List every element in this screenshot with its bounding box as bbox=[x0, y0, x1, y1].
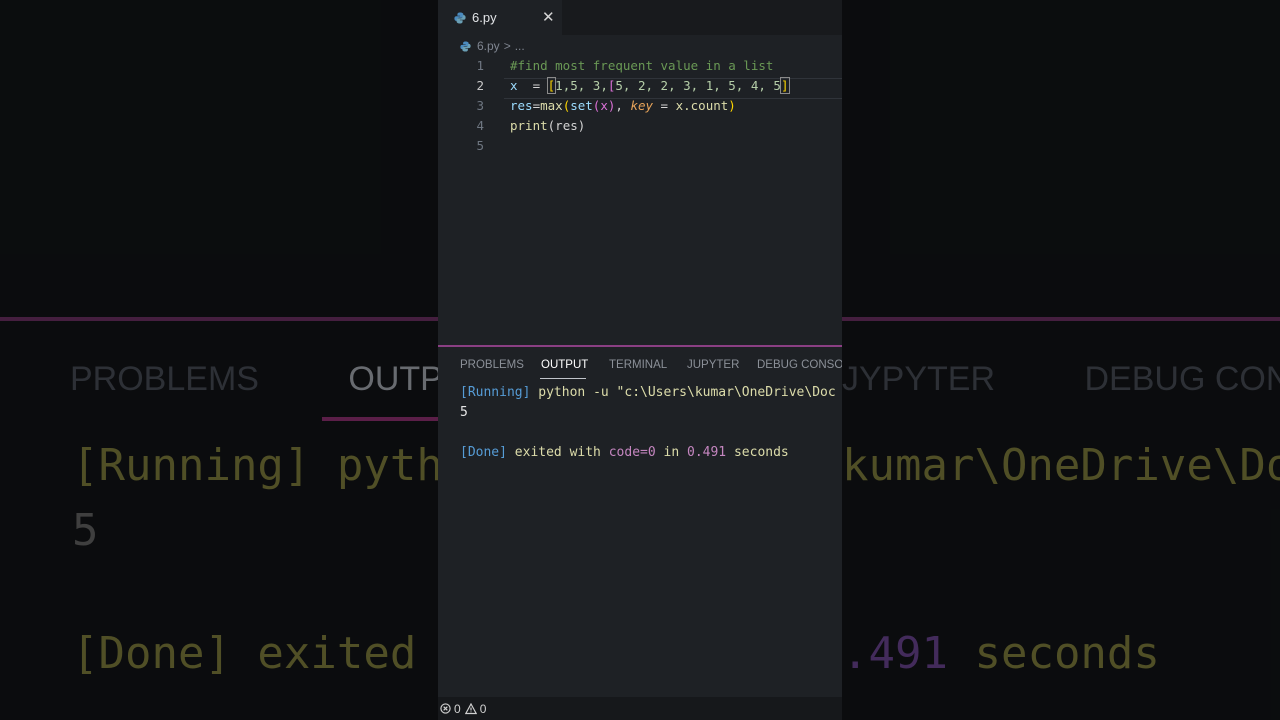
error-count[interactable]: 0 bbox=[454, 702, 461, 716]
code-token: key bbox=[630, 98, 654, 113]
close-icon[interactable]: ✕ bbox=[542, 8, 555, 26]
line-number: 3 bbox=[476, 98, 484, 113]
output-running-line: [Running] python -u "c:\Users\kumar\OneD… bbox=[460, 385, 836, 400]
code-token: 5, 2, 2, 3, 1, 5, 4, 5 bbox=[615, 78, 781, 93]
code-token: print bbox=[510, 118, 548, 133]
elapsed-time: 0.491 bbox=[687, 445, 727, 460]
code-token: ] bbox=[780, 77, 790, 94]
code-token: = bbox=[532, 98, 541, 113]
breadcrumb-more[interactable]: ... bbox=[515, 39, 525, 53]
breadcrumb: 6.py > ... bbox=[460, 39, 525, 53]
code-token: 1,5, 3, bbox=[555, 78, 608, 93]
code-token: x.count bbox=[675, 98, 729, 113]
run-command: python -u "c:\Users\kumar\OneDrive\Doc bbox=[530, 385, 836, 400]
editor-window: 6.py ✕ 6.py > ... 1 2 3 4 5 #find most f… bbox=[438, 0, 842, 720]
running-tag: [Running] bbox=[460, 385, 531, 400]
warning-icon[interactable] bbox=[464, 702, 477, 715]
python-file-icon bbox=[460, 40, 471, 52]
line-number: 1 bbox=[476, 58, 484, 73]
output-result: 5 bbox=[460, 405, 468, 420]
line-number: 4 bbox=[476, 118, 484, 133]
code-token: max bbox=[540, 98, 563, 113]
error-icon[interactable] bbox=[440, 703, 451, 714]
line-number: 5 bbox=[476, 138, 484, 153]
code-token: x bbox=[510, 78, 518, 93]
tab-problems[interactable]: PROBLEMS bbox=[460, 359, 524, 371]
breadcrumb-separator: > bbox=[503, 39, 511, 53]
tab-jupyter[interactable]: JUPYTER bbox=[687, 359, 739, 371]
in-text: in bbox=[655, 445, 687, 460]
tab-bar: 6.py ✕ bbox=[438, 0, 842, 35]
code-token: set bbox=[570, 98, 593, 113]
tab-6-py[interactable]: 6.py ✕ bbox=[438, 0, 562, 35]
panel-tabs: PROBLEMS OUTPUT TERMINAL JUPYTER DEBUG C… bbox=[438, 347, 842, 385]
code-token: = bbox=[653, 98, 676, 113]
exit-code: code=0 bbox=[608, 445, 656, 460]
tab-terminal[interactable]: TERMINAL bbox=[609, 359, 667, 371]
status-bar: 0 0 bbox=[438, 697, 842, 720]
seconds-text: seconds bbox=[726, 445, 789, 460]
code-token: res bbox=[510, 98, 533, 113]
tab-label: 6.py bbox=[472, 10, 497, 25]
code-line-2: x = [1,5, 3,[5, 2, 2, 3, 1, 5, 4, 5] bbox=[510, 77, 790, 94]
python-file-icon bbox=[454, 12, 466, 23]
warning-count[interactable]: 0 bbox=[480, 702, 487, 716]
output-done-line: [Done] exited with code=0 in 0.491 secon… bbox=[460, 445, 789, 460]
active-tab-underline bbox=[540, 378, 586, 379]
code-line-1: #find most frequent value in a list bbox=[510, 58, 774, 73]
code-line-4: print(res) bbox=[510, 118, 585, 133]
code-token: ) bbox=[728, 98, 736, 113]
exited-text: exited with bbox=[506, 445, 609, 460]
code-token: (res) bbox=[547, 118, 586, 133]
code-line-3: res=max(set(x), key = x.count) bbox=[510, 98, 736, 113]
line-number: 2 bbox=[476, 78, 484, 93]
tab-debug-console[interactable]: DEBUG CONSOLE bbox=[757, 359, 842, 371]
code-token: , bbox=[615, 98, 631, 113]
done-tag: [Done] bbox=[460, 445, 507, 460]
code-token: = bbox=[517, 78, 548, 93]
code-token: (x) bbox=[592, 98, 616, 113]
breadcrumb-file[interactable]: 6.py bbox=[477, 39, 500, 53]
tab-output[interactable]: OUTPUT bbox=[541, 359, 588, 371]
